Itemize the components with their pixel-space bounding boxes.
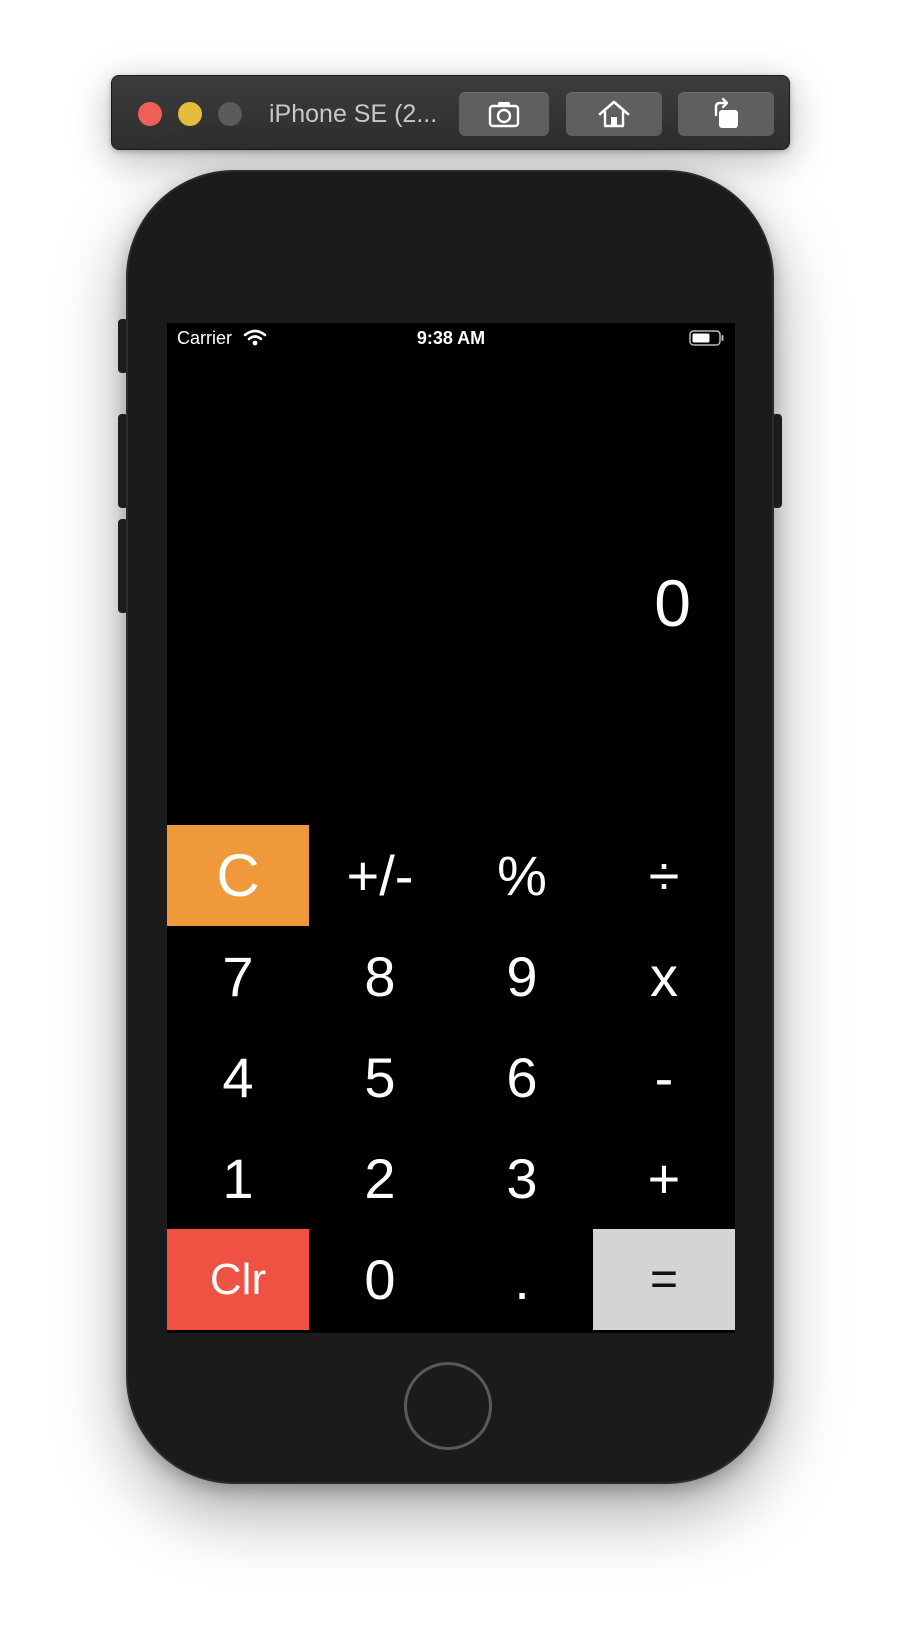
battery-icon [689, 330, 724, 346]
device-screen: Carrier 9:38 AM 0 C +/- % ÷ 7 8 9 x 4 5 … [167, 323, 735, 1333]
digit-1-key[interactable]: 1 [167, 1128, 309, 1229]
status-bar: Carrier 9:38 AM [167, 323, 735, 353]
percent-key[interactable]: % [451, 825, 593, 926]
home-button[interactable] [404, 1362, 492, 1450]
window-minimize-button[interactable] [178, 102, 202, 126]
clear-key[interactable]: C [167, 825, 309, 926]
digit-3-key[interactable]: 3 [451, 1128, 593, 1229]
multiply-key[interactable]: x [593, 926, 735, 1027]
rotate-icon [714, 97, 738, 128]
digit-9-key[interactable]: 9 [451, 926, 593, 1027]
plus-minus-key[interactable]: +/- [309, 825, 451, 926]
home-icon [598, 100, 630, 128]
digit-6-key[interactable]: 6 [451, 1027, 593, 1128]
digit-7-key[interactable]: 7 [167, 926, 309, 1027]
screenshot-icon [488, 102, 520, 128]
digit-5-key[interactable]: 5 [309, 1027, 451, 1128]
simulator-toolbar: iPhone SE (2... [111, 75, 790, 150]
digit-2-key[interactable]: 2 [309, 1128, 451, 1229]
digit-0-key[interactable]: 0 [309, 1229, 451, 1330]
window-zoom-button[interactable] [218, 102, 242, 126]
calculator-display: 0 [654, 566, 691, 640]
window-close-button[interactable] [138, 102, 162, 126]
rotate-button[interactable] [678, 92, 774, 136]
add-key[interactable]: + [593, 1128, 735, 1229]
clr-key[interactable]: Clr [167, 1229, 309, 1330]
digit-8-key[interactable]: 8 [309, 926, 451, 1027]
screenshot-button[interactable] [459, 92, 549, 136]
decimal-key[interactable]: . [451, 1229, 593, 1330]
home-toolbar-button[interactable] [566, 92, 662, 136]
equals-key[interactable]: = [593, 1229, 735, 1330]
digit-4-key[interactable]: 4 [167, 1027, 309, 1128]
window-title: iPhone SE (2... [269, 100, 438, 128]
divide-key[interactable]: ÷ [593, 825, 735, 926]
calculator-keypad: C +/- % ÷ 7 8 9 x 4 5 6 - 1 2 3 + Clr 0 … [167, 825, 735, 1333]
subtract-key[interactable]: - [593, 1027, 735, 1128]
status-time: 9:38 AM [416, 328, 486, 348]
